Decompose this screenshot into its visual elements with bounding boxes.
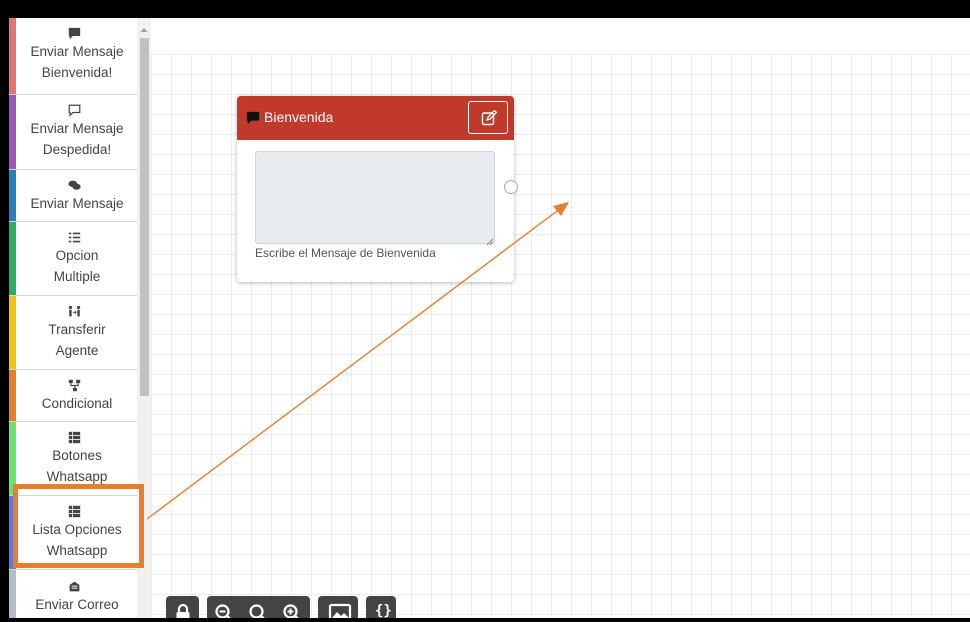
node-title: Bienvenida [264, 109, 334, 125]
item-label: Enviar Mensaje [30, 44, 124, 59]
json-button-group: {} [366, 596, 396, 618]
welcome-message-textarea[interactable] [255, 151, 495, 244]
zoom-button-group [207, 596, 310, 618]
lock-button-group [166, 596, 199, 618]
item-color-stripe [9, 296, 16, 369]
item-color-stripe [9, 170, 16, 221]
list-ol-icon [9, 229, 139, 245]
palette-item-farewell-message[interactable]: Enviar Mensaje Despedida! [9, 95, 139, 170]
palette-item-multiple-choice[interactable]: Opcion Multiple [9, 222, 139, 296]
palette-item-whatsapp-option-list[interactable]: Lista Opciones Whatsapp [9, 496, 139, 570]
edit-icon [481, 110, 497, 126]
comment-outline-icon [9, 102, 139, 118]
item-color-stripe [9, 18, 16, 94]
item-color-stripe [9, 496, 16, 569]
palette-item-welcome-message[interactable]: Enviar Mensaje Bienvenida! [9, 18, 139, 95]
item-label-2: Whatsapp [46, 543, 108, 558]
item-color-stripe [9, 222, 16, 295]
node-palette: Enviar Mensaje Bienvenida! Enviar Mensaj… [9, 18, 139, 618]
palette-item-send-message[interactable]: Enviar Mensaje [9, 170, 139, 222]
lock-icon [176, 603, 190, 618]
sitemap-icon [9, 377, 139, 393]
user-transfer-icon [9, 303, 139, 319]
item-label: Enviar Correo [35, 597, 119, 612]
zoom-in-button[interactable] [278, 596, 305, 618]
json-code-icon: {} [375, 603, 392, 618]
scrollbar-thumb[interactable] [140, 38, 149, 396]
item-label-2: Bienvenida! [41, 65, 113, 80]
zoom-reset-button[interactable] [244, 596, 271, 618]
node-header[interactable]: Bienvenida [237, 96, 514, 140]
item-label-2: Agente [55, 343, 99, 358]
item-label: Lista Opciones [32, 522, 122, 537]
resize-grip-icon[interactable] [484, 233, 494, 246]
th-list-icon [9, 429, 139, 445]
palette-item-whatsapp-buttons[interactable]: Botones Whatsapp [9, 422, 139, 496]
item-color-stripe [9, 95, 16, 169]
item-label-2: Whatsapp [46, 469, 108, 484]
item-label: Enviar Mensaje [30, 121, 124, 136]
item-label-2: Despedida! [42, 142, 112, 157]
th-list-icon [9, 503, 139, 519]
envelope-open-icon [9, 578, 139, 594]
export-button-group [318, 596, 358, 618]
item-label: Condicional [41, 396, 113, 411]
palette-item-transfer-agent[interactable]: Transferir Agente [9, 296, 139, 370]
comment-solid-icon [246, 111, 260, 125]
comments-icon [9, 177, 139, 193]
edit-node-button[interactable] [468, 101, 508, 134]
node-output-connector[interactable] [504, 180, 518, 194]
flow-editor: Enviar Mensaje Bienvenida! Enviar Mensaj… [9, 18, 970, 618]
palette-item-send-email[interactable]: Enviar Correo [9, 570, 139, 618]
zoom-in-icon [283, 604, 299, 618]
sidebar-scrollbar[interactable] [137, 18, 151, 618]
item-label: Transferir [48, 322, 106, 337]
zoom-out-button[interactable] [210, 596, 237, 618]
item-label: Opcion [55, 248, 99, 263]
export-image-icon [328, 603, 352, 618]
zoom-reset-icon [249, 604, 265, 618]
item-label: Enviar Mensaje [30, 196, 124, 211]
palette-item-conditional[interactable]: Condicional [9, 370, 139, 422]
item-color-stripe [9, 370, 16, 421]
comment-solid-icon [9, 25, 139, 41]
zoom-out-icon [215, 604, 231, 618]
lock-button[interactable] [169, 596, 196, 618]
textarea-caption: Escribe el Mensaje de Bienvenida [255, 246, 436, 260]
item-color-stripe [9, 570, 16, 618]
welcome-message-node[interactable]: Bienvenida Escribe el Mensaje de Bienven… [237, 96, 518, 282]
scroll-up-arrow-icon[interactable] [137, 22, 151, 32]
json-code-button[interactable]: {} [368, 596, 395, 618]
item-label-2: Multiple [53, 269, 101, 284]
item-label: Botones [52, 448, 102, 463]
export-image-button[interactable] [324, 596, 352, 618]
item-color-stripe [9, 422, 16, 495]
